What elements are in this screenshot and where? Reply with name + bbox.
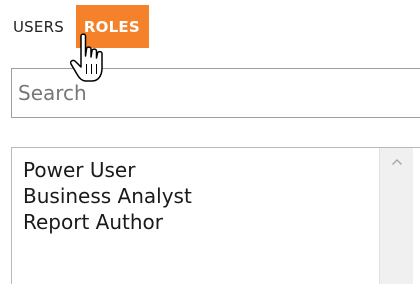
vertical-scrollbar[interactable] (379, 148, 413, 284)
chevron-up-icon (391, 159, 402, 165)
list-item[interactable]: Power User (23, 157, 192, 183)
hand-pointer-cursor (69, 33, 103, 82)
roles-panel: USERS ROLES Power User Business Analyst … (0, 0, 420, 284)
scroll-up-button[interactable] (380, 148, 413, 176)
list-item[interactable]: Business Analyst (23, 183, 192, 209)
list-item[interactable]: Report Author (23, 209, 192, 235)
roles-listbox[interactable]: Power User Business Analyst Report Autho… (11, 147, 420, 284)
roles-list: Power User Business Analyst Report Autho… (23, 157, 192, 235)
